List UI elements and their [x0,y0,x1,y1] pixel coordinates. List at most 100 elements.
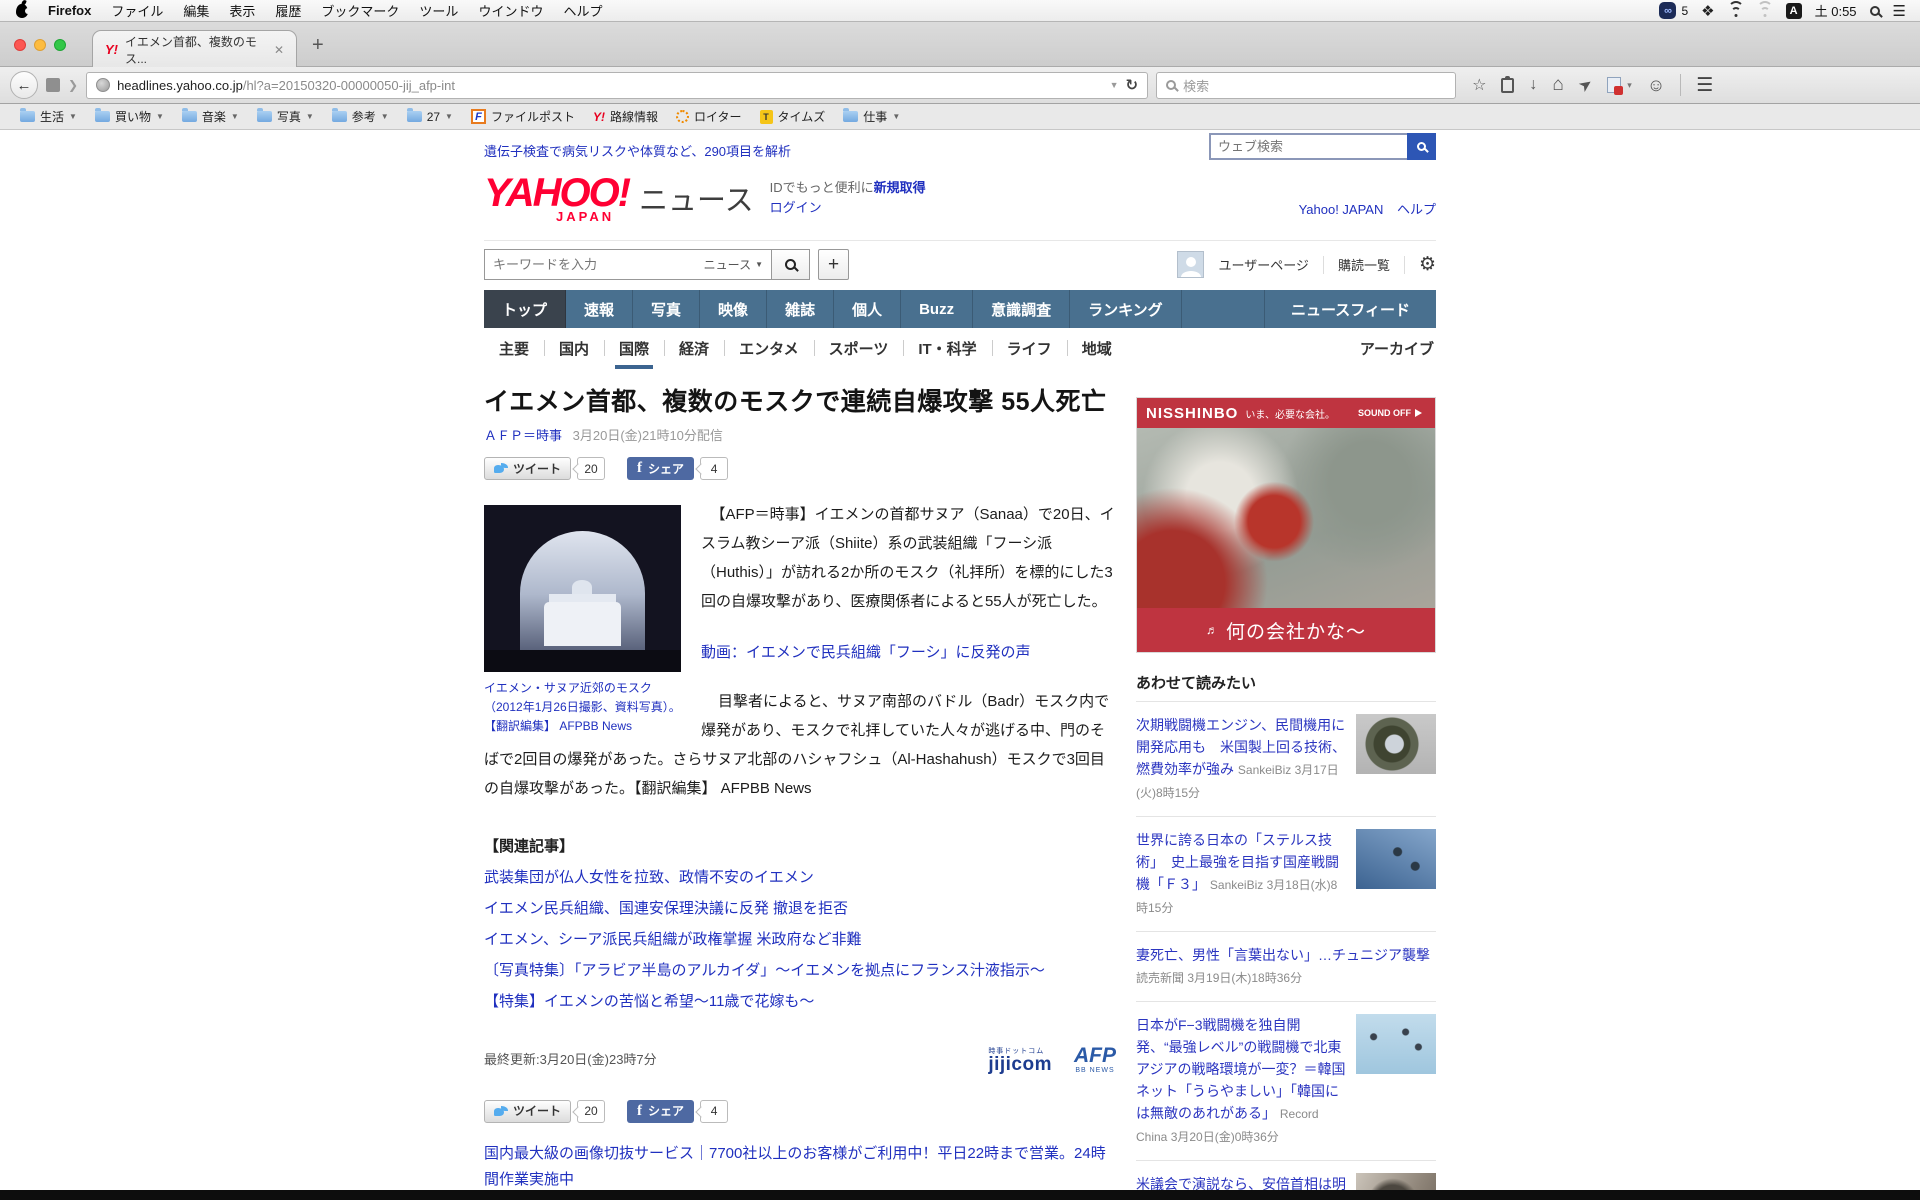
back-button[interactable]: ← [10,71,38,99]
nav-tab-newsfeed[interactable]: ニュースフィード [1264,290,1436,328]
source-link[interactable]: ＡＦＰ＝時事 [484,428,562,443]
nisshinbo-ad[interactable]: NISSHINBO いま、必要な会社。 SOUND OFF ♬ 何の会社かな～ [1136,397,1436,653]
close-window-button[interactable] [14,39,26,51]
jiji-logo[interactable]: 時事ドットコム jijicom [988,1048,1052,1074]
menubar-clock[interactable]: 土 0:55 [1815,1,1857,20]
menu-firefox[interactable]: Firefox [38,3,101,18]
sidebar-news-item[interactable]: 妻死亡、男性「言葉出ない」…チュニジア襲撃 読売新聞 3月19日(木)18時36分 [1136,931,1436,1001]
bookmark-transit[interactable]: Y! 路線情報 [585,108,666,125]
ad-image[interactable] [1137,428,1435,608]
web-search-button[interactable] [1407,133,1436,160]
subnav-archive[interactable]: アーカイブ [1360,338,1436,359]
related-link[interactable]: イエメン、シーア派民兵組織が政権掌握 米政府など非難 [484,924,1116,955]
dropbox-icon[interactable]: ❖ [1701,2,1714,20]
web-search-input[interactable] [1209,133,1407,160]
afp-logo[interactable]: AFP BB NEWS [1074,1045,1116,1074]
bookmark-folder-reference[interactable]: 参考 ▼ [324,108,397,125]
subnav-domestic[interactable]: 国内 [544,328,604,369]
downloads-icon[interactable]: ↓ [1529,76,1537,94]
subnav-international[interactable]: 国際 [604,328,664,369]
wifi-secondary-icon[interactable] [1756,0,1773,17]
bookmark-folder-photo[interactable]: 写真 ▼ [249,108,322,125]
add-search-button[interactable]: + [818,249,849,280]
spotlight-icon[interactable] [1869,5,1880,16]
tab-close-icon[interactable]: ✕ [274,43,284,57]
sidebar-news-item[interactable]: 米議会で演説なら、安倍首相は明白な謝罪を・・日系のホンダ議員が言及、韓国ネットは… [1136,1160,1436,1190]
input-source-icon[interactable]: A [1785,2,1802,19]
menu-window[interactable]: ウインドウ [468,1,553,20]
search-scope-select[interactable]: ニュース ▼ [704,256,763,273]
thumbnail-jets[interactable] [1356,829,1436,889]
wifi-icon[interactable] [1727,0,1744,17]
gear-icon[interactable]: ⚙ [1419,253,1436,276]
feedback-smiley-icon[interactable]: ☺ [1647,75,1665,96]
url-dropdown-icon[interactable]: ▼ [1110,80,1119,90]
nav-tab-ranking[interactable]: ランキング [1070,290,1182,328]
menu-hamburger-icon[interactable]: ☰ [1696,74,1713,97]
bookmark-folder-music[interactable]: 音楽 ▼ [174,108,247,125]
nav-tab-poll[interactable]: 意識調査 [973,290,1071,328]
tweet-button[interactable]: ツイート [484,1100,572,1123]
subnav-it-science[interactable]: IT・科学 [903,328,991,369]
avatar[interactable] [1177,251,1205,278]
subnav-region[interactable]: 地域 [1066,328,1127,369]
url-bar[interactable]: headlines.yahoo.co.jp/hl?a=20150320-0000… [86,71,1149,99]
bookmark-reuters[interactable]: ロイター [668,108,750,125]
subnav-entertainment[interactable]: エンタメ [724,328,814,369]
menu-bookmarks[interactable]: ブックマーク [311,1,409,20]
minimize-window-button[interactable] [34,39,46,51]
bookmark-star-icon[interactable]: ☆ [1472,75,1486,95]
sidebar-news-item[interactable]: 日本がF−3戦闘機を独自開発、“最強レベル”の戦闘機で北東アジアの戦略環境が一変… [1136,1001,1436,1160]
zoom-window-button[interactable] [54,39,66,51]
help-link[interactable]: ヘルプ [1397,202,1436,217]
bookmark-folder-life[interactable]: 生活 ▼ [12,108,85,125]
creative-cloud-icon[interactable]: ∞ [1659,2,1677,19]
yahoo-logo[interactable]: YAHOO! JAPAN [484,173,631,224]
menu-edit[interactable]: 編集 [173,1,219,20]
bookmark-folder-shopping[interactable]: 買い物 ▼ [87,108,172,125]
sidebar-item-title[interactable]: 米議会で演説なら、安倍首相は明白な謝罪を・・日系のホンダ議員が言及、韓国ネットは… [1136,1176,1346,1190]
user-page-link[interactable]: ユーザーページ [1218,255,1308,274]
menu-view[interactable]: 表示 [219,1,265,20]
sidebar-item-title[interactable]: 妻死亡、男性「言葉出ない」…チュニジア襲撃 [1136,947,1430,963]
share-button[interactable]: f シェア [627,457,695,480]
pdf-dropdown-icon[interactable]: ▾ [1627,80,1632,91]
nav-tab-flash[interactable]: 速報 [566,290,634,328]
menu-file[interactable]: ファイル [101,1,173,20]
apple-menu-icon[interactable] [16,3,31,18]
thumbnail-sky-planes[interactable] [1356,1014,1436,1074]
tweet-button[interactable]: ツイート [484,457,572,480]
sidebar-item-title[interactable]: 日本がF−3戦闘機を独自開発、“最強レベル”の戦闘機で北東アジアの戦略環境が一変… [1136,1017,1345,1121]
menu-history[interactable]: 履歴 [265,1,311,20]
subnav-main[interactable]: 主要 [484,328,544,369]
subnav-economy[interactable]: 経済 [664,328,724,369]
menu-help[interactable]: ヘルプ [553,1,612,20]
sidebar-news-item[interactable]: 次期戦闘機エンジン、民間機用に開発応用も 米国製上回る技術、燃費効率が強み Sa… [1136,701,1436,816]
yahoo-japan-link[interactable]: Yahoo! JAPAN [1299,202,1384,217]
nav-tab-buzz[interactable]: Buzz [901,290,974,328]
pdf-converter-icon[interactable] [1607,77,1624,95]
related-link[interactable]: 〔写真特集〕「アラビア半島のアルカイダ」～イエメンを拠点にフランス汁液指示～ [484,955,1116,986]
article-photo[interactable] [484,505,681,672]
page-proxy-icon[interactable] [46,78,60,92]
menu-tools[interactable]: ツール [409,1,468,20]
subnav-life[interactable]: ライフ [991,328,1067,369]
nav-tab-top[interactable]: トップ [484,290,567,328]
keyword-search-box[interactable]: ニュース▼ [484,249,772,280]
bookmark-times[interactable]: T タイムズ [752,108,834,125]
bookmark-folder-work[interactable]: 仕事 ▼ [835,108,908,125]
nav-tab-video[interactable]: 映像 [700,290,768,328]
related-link[interactable]: イエメン民兵組織、国連安保理決議に反発 撤退を拒否 [484,893,1116,924]
subnav-sports[interactable]: スポーツ [813,328,904,369]
send-tab-icon[interactable]: ➤ [1574,73,1597,97]
ad-link-kirinuki[interactable]: 国内最大級の画像切抜サービス｜7700社以上のお客様がご利用中！平日22時まで営… [484,1141,1116,1190]
browser-tab[interactable]: Y! イエメン首都、複数のモス... ✕ [92,30,297,68]
share-button[interactable]: f シェア [627,1100,695,1123]
clipboard-icon[interactable] [1501,75,1515,93]
thumbnail-person[interactable] [1356,1173,1436,1190]
register-link[interactable]: 新規取得 [874,180,926,195]
related-link[interactable]: 武装集団が仏人女性を拉致、政情不安のイエメン [484,862,1116,893]
sound-off-button[interactable]: SOUND OFF [1358,408,1426,418]
nav-tab-personal[interactable]: 個人 [834,290,902,328]
new-tab-button[interactable]: + [312,34,324,57]
